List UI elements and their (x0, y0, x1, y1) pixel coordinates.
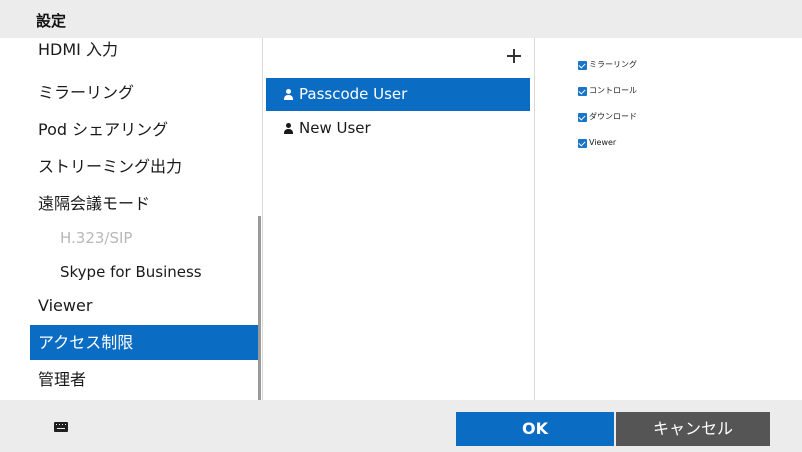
settings-panel: HDMI 入力 ミラーリング Pod シェアリング ストリーミング出力 遠隔会議… (30, 38, 800, 400)
user-row-new-user[interactable]: New User (266, 112, 530, 145)
checkbox-checked-icon[interactable] (578, 86, 587, 96)
menu-item-administrator[interactable]: 管理者 (30, 362, 258, 397)
permission-download[interactable]: ダウンロード (578, 110, 637, 124)
permission-control[interactable]: コントロール (578, 84, 637, 98)
permission-label: Viewer (589, 138, 617, 147)
permission-label: コントロール (589, 86, 637, 95)
ok-button[interactable]: OK (456, 412, 614, 446)
title-bar: 設定 (0, 0, 802, 38)
bottom-bar: OK キャンセル (0, 400, 802, 452)
menu-item-skype-for-business[interactable]: Skype for Business (30, 255, 258, 290)
user-row-passcode-user[interactable]: Passcode User (266, 78, 530, 111)
person-icon (284, 89, 293, 100)
keyboard-icon[interactable] (54, 422, 68, 432)
permission-label: ダウンロード (589, 112, 637, 121)
permissions-panel: ミラーリング コントロール ダウンロード Viewer (538, 38, 800, 400)
user-label: Passcode User (299, 85, 408, 103)
user-list: Passcode User New User (266, 38, 530, 400)
person-icon (284, 123, 293, 134)
menu-item-h323-sip: H.323/SIP (60, 229, 133, 247)
window-title: 設定 (36, 12, 67, 30)
permission-label: ミラーリング (589, 60, 637, 69)
menu-item-streaming-output[interactable]: ストリーミング出力 (30, 149, 258, 184)
divider (534, 38, 535, 400)
menu-item-viewer[interactable]: Viewer (30, 288, 258, 323)
permission-mirroring[interactable]: ミラーリング (578, 58, 637, 72)
menu-scrollbar[interactable] (258, 216, 261, 400)
user-label: New User (299, 119, 371, 137)
checkbox-checked-icon[interactable] (578, 138, 587, 148)
plus-icon[interactable] (506, 48, 522, 64)
checkbox-checked-icon[interactable] (578, 60, 587, 70)
menu-item-hdmi-input[interactable]: HDMI 入力 (30, 38, 258, 67)
divider (262, 38, 263, 400)
menu-item-mirroring[interactable]: ミラーリング (30, 75, 258, 110)
menu-item-pod-sharing[interactable]: Pod シェアリング (30, 112, 258, 147)
menu-item-remote-conference[interactable]: 遠隔会議モード (30, 186, 258, 221)
settings-menu: HDMI 入力 ミラーリング Pod シェアリング ストリーミング出力 遠隔会議… (30, 38, 260, 400)
cancel-button[interactable]: キャンセル (616, 412, 770, 446)
permission-viewer[interactable]: Viewer (578, 136, 616, 150)
menu-item-access-restriction[interactable]: アクセス制限 (30, 325, 258, 360)
checkbox-checked-icon[interactable] (578, 112, 587, 122)
